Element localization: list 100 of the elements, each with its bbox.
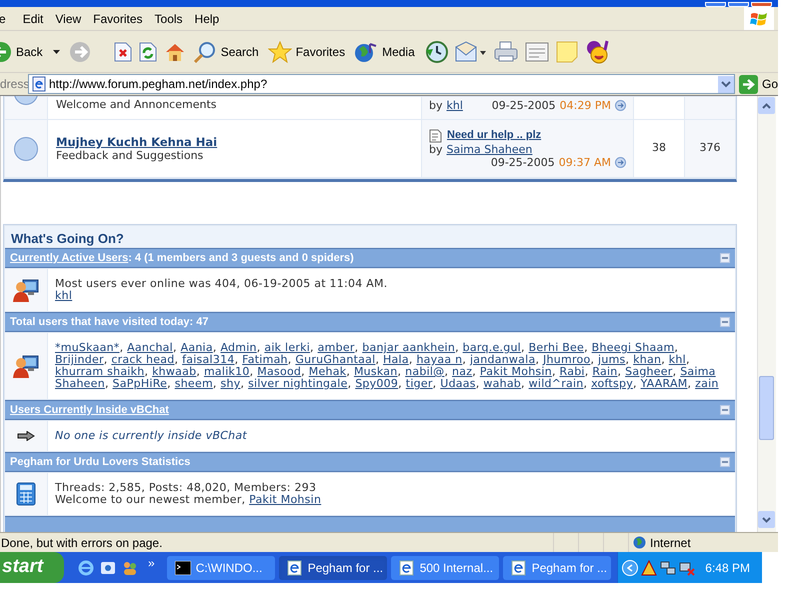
edit-page-icon[interactable] [524,42,549,62]
back-button[interactable]: Back [0,36,62,68]
username-link[interactable]: malik10 [204,365,250,378]
username-link[interactable]: Saima [680,365,716,378]
smiley-icon[interactable] [584,40,611,64]
caret-icon[interactable] [52,50,60,54]
go-to-post-icon[interactable] [615,100,626,111]
info-text: No one is currently inside vBChat [55,430,248,442]
media-button[interactable]: Media [354,36,417,68]
email-icon[interactable] [100,560,116,576]
collapse-icon[interactable] [720,405,730,415]
username-link[interactable]: Hala [383,353,409,366]
username-link[interactable]: Pakit Mohsin [249,493,322,506]
history-clock-icon[interactable] [424,40,448,64]
by-label: by [429,99,442,112]
username-link[interactable]: Berhi Bee [528,341,584,354]
username-link[interactable]: shy [220,377,240,390]
collapse-icon[interactable] [720,457,730,467]
username-link[interactable]: Mehak [308,365,346,378]
go-to-post-icon[interactable] [615,156,626,168]
username-link[interactable]: khl [446,99,463,112]
username-link[interactable]: Admin [220,341,257,354]
scrollbar[interactable] [757,96,776,532]
more-button[interactable]: » [148,554,155,572]
network-computers-icon[interactable] [660,560,676,576]
username-link[interactable]: khan [633,353,662,366]
username-link[interactable]: wahab [483,377,522,390]
maximize-button[interactable] [728,2,749,7]
address-field[interactable]: http://www.forum.pegham.net/index.php? [28,74,735,94]
username-link[interactable]: Muskan [354,365,398,378]
disconnected-network-icon[interactable] [678,560,695,576]
username-link[interactable]: GuruGhantaal [295,353,376,366]
username-link[interactable]: zain [695,377,719,390]
username-link[interactable]: Shaheen [55,377,105,390]
menu-item[interactable]: View [49,10,88,28]
menu-item[interactable]: Favorites [87,10,149,28]
favorites-button[interactable]: Favorites [268,36,348,68]
username-link[interactable]: amber [318,341,355,354]
menu-item[interactable]: Edit [16,10,50,28]
collapse-icon[interactable] [720,317,730,327]
username-link[interactable]: Masood [257,365,302,378]
taskbar-button[interactable]: 500 Internal... [390,556,499,580]
stop-icon[interactable] [114,42,132,62]
username-link[interactable]: Aania [180,341,213,354]
username-link[interactable]: hayaa n [416,353,462,366]
username-link[interactable]: khurram shaikh [55,365,144,378]
username-link[interactable]: naz [452,365,472,378]
refresh-icon[interactable] [138,42,157,62]
menu-item[interactable]: Help [188,10,226,28]
username-link[interactable]: khl [55,289,72,302]
username-link[interactable]: banjar aankhein [362,341,456,354]
scroll-thumb[interactable] [759,376,774,440]
username-link[interactable]: Udaas [440,377,476,390]
username-link[interactable]: Brijinder [55,353,104,366]
username-link[interactable]: Jhumroo [543,353,590,366]
username-link[interactable]: jums [598,353,626,366]
username-link[interactable]: Aanchal [127,341,173,354]
username-link[interactable]: crack head [111,353,175,366]
taskbar-button[interactable]: Pegham for ... [502,556,611,580]
username-link[interactable]: khl [668,353,686,366]
taskbar-button[interactable]: C:\WINDO... [166,556,275,580]
username-link[interactable]: sheem [174,377,213,390]
collapse-icon[interactable] [720,253,730,263]
search-button[interactable]: Search [192,36,261,68]
username-link[interactable]: SaPpHiRe [112,377,168,390]
username-link[interactable]: Sagheer [625,365,673,378]
browser-e-icon[interactable] [78,560,94,576]
username-link[interactable]: nabil@ [405,365,444,378]
minimize-button[interactable] [705,2,726,7]
username-link[interactable]: jandanwala [470,353,536,366]
username-link[interactable]: Saima Shaheen [446,142,532,156]
envelope-icon[interactable] [454,40,487,62]
username-link[interactable]: barq.e.gul [462,341,521,354]
post-time: 09:37 AM [558,156,611,168]
username-link[interactable]: Rabi [560,365,585,378]
start-button[interactable]: start [0,552,64,583]
close-button[interactable] [751,2,772,7]
username-link[interactable]: aik lerki [264,341,310,354]
printer-icon[interactable] [494,40,518,62]
menu-item[interactable]: Tools [148,10,189,28]
username-link[interactable]: *muSkaan* [55,341,120,354]
network-warning-icon[interactable] [640,560,657,576]
username-link[interactable]: khwaab [152,365,196,378]
username-link[interactable]: YAARAM [640,377,688,390]
username-link[interactable]: Rain [592,365,618,378]
taskbar-button[interactable]: Pegham for ... [278,556,387,580]
username-link[interactable]: silver nightingale [248,377,348,390]
people-icon[interactable] [122,560,138,576]
username-link[interactable]: Spy009 [355,377,398,390]
username-link[interactable]: xoftspy [591,377,633,390]
username-link[interactable]: tiger [406,377,433,390]
username-link[interactable]: Bheegi Shaam [592,341,674,354]
go-button[interactable]: Go [738,74,778,94]
expand-tray-icon[interactable] [622,560,638,576]
username-link[interactable]: faisal314 [182,353,235,366]
username-link[interactable]: Fatimah [242,353,288,366]
username-link[interactable]: wild^rain [528,377,584,390]
username-link[interactable]: Pakit Mohsin [480,365,552,378]
thread-title-link[interactable]: Need ur help .. plz [447,129,542,142]
forum-title-link[interactable]: Mujhey Kuchh Kehna Hai [56,135,421,149]
